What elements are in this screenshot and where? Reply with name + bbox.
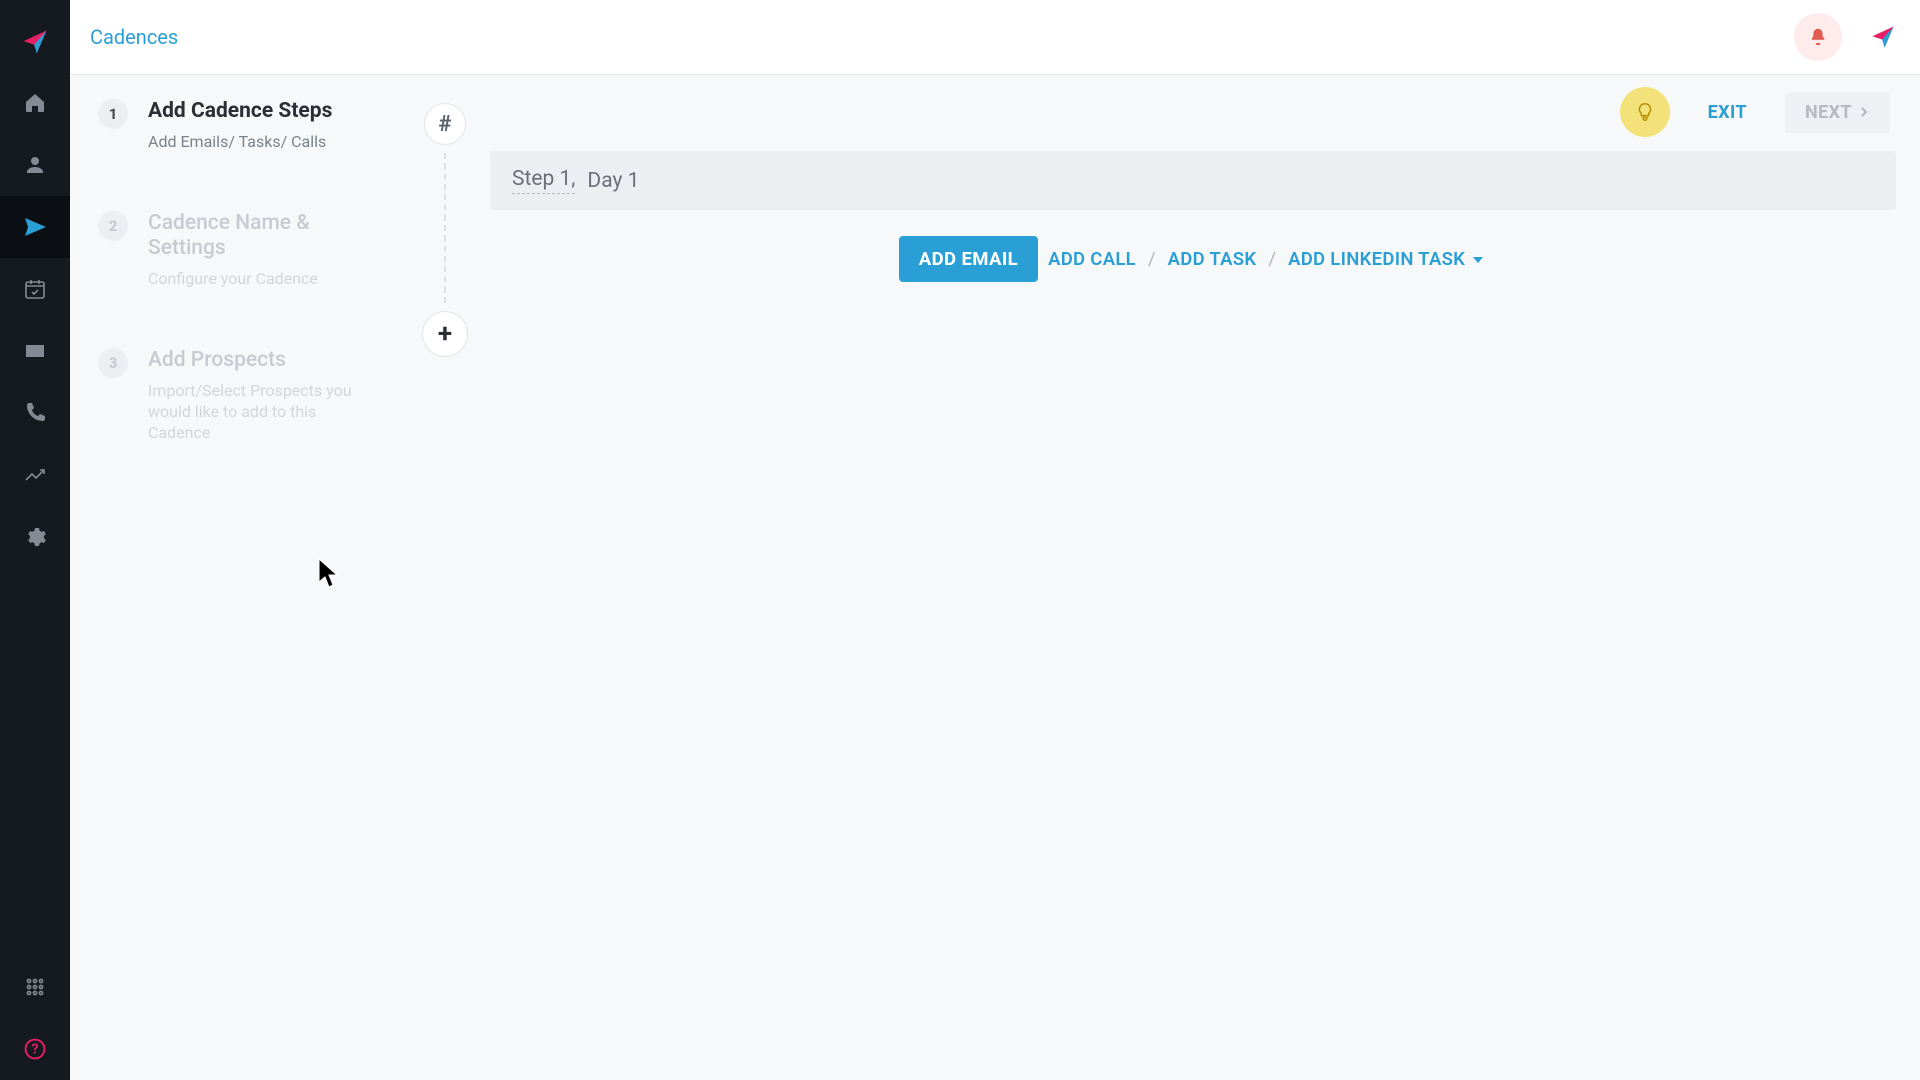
paper-plane-icon: [21, 28, 49, 56]
wizard-step-2[interactable]: 2 Cadence Name & Settings Configure your…: [98, 211, 376, 290]
topbar: Cadences: [70, 0, 1920, 75]
page-action-row: EXIT NEXT: [490, 87, 1896, 137]
content-pane: EXIT NEXT Step 1, Day 1 ADD EMAIL ADD CA…: [490, 75, 1920, 1080]
nav-settings[interactable]: [0, 506, 70, 568]
nav-cadences[interactable]: [0, 196, 70, 258]
wizard-step-title: Add Cadence Steps: [148, 99, 332, 124]
wizard-step-number: 1: [98, 99, 128, 129]
next-button-label: NEXT: [1805, 102, 1852, 123]
nav-calendar[interactable]: [0, 258, 70, 320]
wizard-step-number: 2: [98, 211, 128, 241]
nav-analytics[interactable]: [0, 444, 70, 506]
next-button: NEXT: [1785, 92, 1890, 133]
timeline: # +: [400, 75, 490, 1080]
brand-logo[interactable]: [0, 12, 70, 72]
bell-icon: [1807, 26, 1829, 48]
wizard-step-title: Cadence Name & Settings: [148, 211, 376, 261]
brand-icon-small[interactable]: [1870, 24, 1896, 50]
add-call-button[interactable]: ADD CALL: [1044, 236, 1140, 282]
timeline-step-node[interactable]: #: [424, 103, 466, 145]
wizard-step-title: Add Prospects: [148, 348, 376, 373]
step-action-row: ADD EMAIL ADD CALL / ADD TASK / ADD LINK…: [490, 236, 1896, 282]
step-label[interactable]: Step 1,: [512, 167, 575, 194]
nav-calls[interactable]: [0, 382, 70, 444]
wizard-steps: 1 Add Cadence Steps Add Emails/ Tasks/ C…: [70, 75, 400, 1080]
nav-mail[interactable]: [0, 320, 70, 382]
wizard-step-number: 3: [98, 348, 128, 378]
notifications-button[interactable]: [1794, 13, 1842, 61]
breadcrumb-cadences[interactable]: Cadences: [90, 25, 178, 49]
separator: /: [1266, 248, 1278, 270]
nav-home[interactable]: [0, 72, 70, 134]
timeline-add-step[interactable]: +: [422, 311, 468, 357]
timeline-connector: [444, 153, 446, 303]
add-linkedin-task-dropdown[interactable]: ADD LINKEDIN TASK: [1284, 236, 1487, 282]
nav-dialpad[interactable]: [0, 956, 70, 1018]
step-day-bar: Step 1, Day 1: [490, 151, 1896, 210]
wizard-step-subtitle: Add Emails/ Tasks/ Calls: [148, 132, 332, 153]
add-email-button[interactable]: ADD EMAIL: [899, 236, 1038, 282]
add-task-button[interactable]: ADD TASK: [1164, 236, 1261, 282]
svg-text:?: ?: [32, 1041, 39, 1057]
exit-button[interactable]: EXIT: [1690, 92, 1765, 133]
wizard-step-subtitle: Configure your Cadence: [148, 269, 376, 290]
day-label: Day 1: [587, 169, 639, 193]
wizard-step-subtitle: Import/Select Prospects you would like t…: [148, 381, 376, 443]
tips-button[interactable]: [1620, 87, 1670, 137]
main-area: 1 Add Cadence Steps Add Emails/ Tasks/ C…: [70, 75, 1920, 1080]
wizard-step-1[interactable]: 1 Add Cadence Steps Add Emails/ Tasks/ C…: [98, 99, 376, 153]
nav-prospects[interactable]: [0, 134, 70, 196]
left-nav-rail: ?: [0, 0, 70, 1080]
wizard-step-3[interactable]: 3 Add Prospects Import/Select Prospects …: [98, 348, 376, 444]
lightbulb-icon: [1634, 101, 1656, 123]
separator: /: [1146, 248, 1158, 270]
nav-help[interactable]: ?: [0, 1018, 70, 1080]
chevron-right-icon: [1858, 106, 1870, 118]
